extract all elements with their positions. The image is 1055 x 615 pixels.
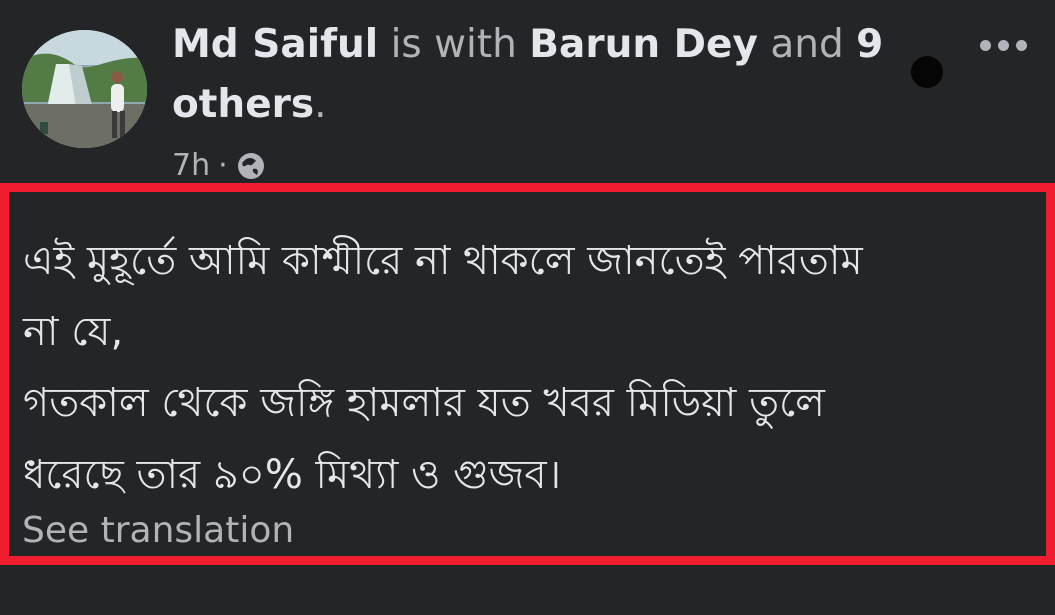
header-period: . xyxy=(314,82,327,127)
more-dot-3 xyxy=(1016,40,1027,51)
meta-separator: · xyxy=(218,148,228,183)
with-text: is with xyxy=(390,22,517,67)
post-header-line-2: others. xyxy=(172,82,327,127)
and-text: and xyxy=(770,22,844,67)
others-count[interactable]: 9 xyxy=(856,22,883,67)
facebook-post: Md Saiful is with Barun Dey and 9 others… xyxy=(0,0,1055,615)
more-dot-2 xyxy=(998,40,1009,51)
more-dot-1 xyxy=(980,40,991,51)
author-avatar[interactable] xyxy=(22,30,147,148)
waterfall-avatar-image xyxy=(22,30,147,148)
black-dot xyxy=(911,56,943,88)
author-name[interactable]: Md Saiful xyxy=(172,22,378,67)
globe-icon-svg xyxy=(237,152,264,179)
more-options-icon[interactable] xyxy=(980,40,1027,51)
red-highlight-box xyxy=(0,183,1055,565)
globe-icon[interactable] xyxy=(236,151,266,181)
post-header-line-1: Md Saiful is with Barun Dey and 9 xyxy=(172,22,883,67)
others-text[interactable]: others xyxy=(172,82,314,127)
tagged-name[interactable]: Barun Dey xyxy=(529,22,758,67)
post-meta: 7h · xyxy=(172,148,266,183)
post-timestamp[interactable]: 7h xyxy=(172,148,210,183)
